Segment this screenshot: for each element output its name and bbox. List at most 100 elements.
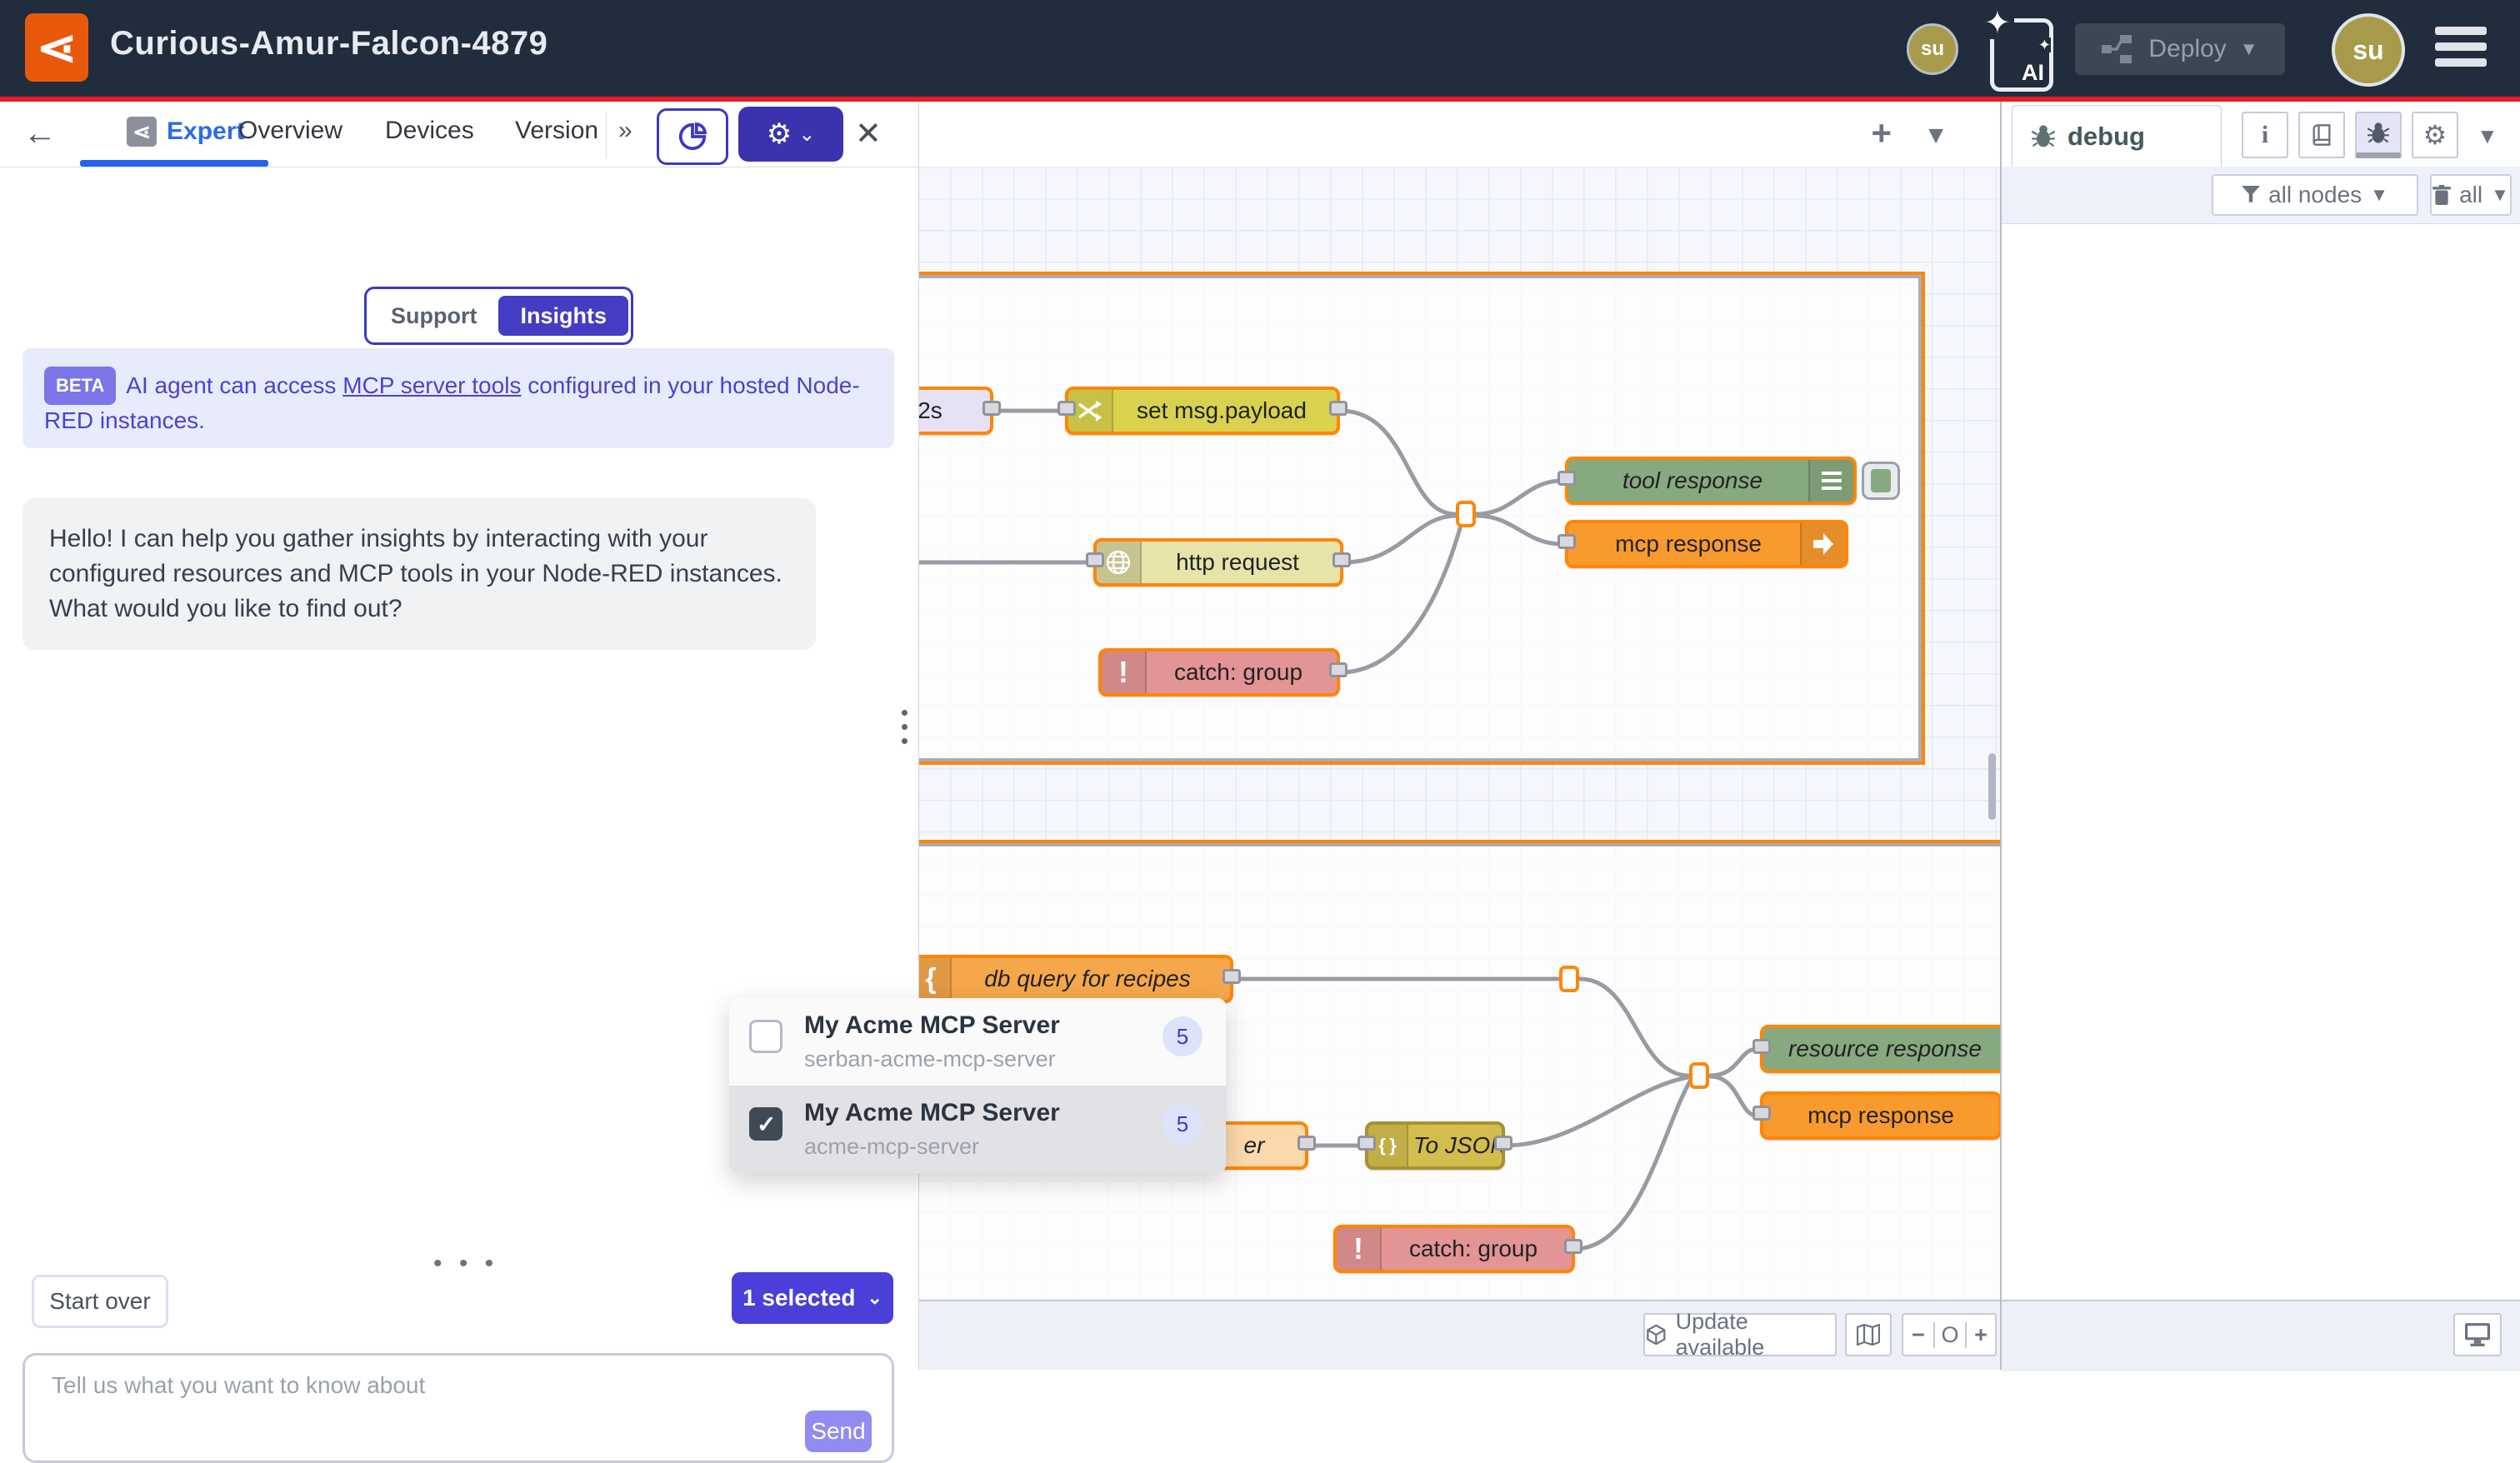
mcp-server-option[interactable]: My Acme MCP Server acme-mcp-server 5 [729, 1086, 1226, 1173]
node-port[interactable] [1358, 1136, 1376, 1151]
add-flow-icon[interactable]: + [1871, 113, 1892, 153]
node-catch-bottom[interactable]: ! catch: group [1333, 1225, 1575, 1273]
avatar-small[interactable]: su [1907, 23, 1958, 75]
node-port[interactable] [1752, 1106, 1771, 1121]
update-available-button[interactable]: Update available [1643, 1313, 1837, 1356]
insights-chart-button[interactable] [657, 108, 728, 165]
wire-junction[interactable] [1456, 501, 1476, 527]
node-port[interactable] [1222, 969, 1241, 984]
deploy-caret-icon[interactable]: ▼ [2240, 38, 2258, 60]
tab-overview[interactable]: Overview [238, 117, 342, 145]
minimap-button[interactable] [1845, 1313, 1892, 1356]
node-port[interactable] [1558, 471, 1576, 486]
close-icon[interactable]: ✕ [855, 115, 882, 152]
node-inject[interactable]: 2s [918, 387, 993, 435]
resize-handle-dots[interactable]: • • • [433, 1250, 498, 1278]
node-port[interactable] [1564, 1239, 1582, 1254]
toggle-support[interactable]: Support [369, 296, 498, 336]
node-debug-resource-response[interactable]: resource response [1760, 1025, 2000, 1073]
tab-debug[interactable]: debug [2012, 105, 2222, 167]
start-over-button[interactable]: Start over [32, 1275, 168, 1328]
assistant-panel: ← ⋖ Expert Overview Devices Version » ⚙⌄… [0, 102, 919, 1370]
book-icon [2310, 123, 2333, 147]
chat-input[interactable] [50, 1371, 720, 1449]
mcp-server-option[interactable]: My Acme MCP Server serban-acme-mcp-serve… [729, 998, 1226, 1086]
zoom-in-button[interactable]: + [1967, 1322, 1995, 1348]
beta-badge: BETA [44, 367, 116, 405]
node-to-json[interactable]: { } To JSON [1365, 1121, 1505, 1170]
panel-resize-handle[interactable] [902, 710, 908, 752]
node-http-request[interactable]: http request [1093, 538, 1343, 587]
settings-tab-button[interactable]: ⚙ [2412, 112, 2458, 158]
clear-log-dropdown[interactable]: all ▼ [2430, 174, 2512, 216]
arrow-out-icon [1800, 523, 1845, 565]
node-debug-tool-response[interactable]: tool response [1565, 457, 1857, 505]
checkbox-unchecked[interactable] [749, 1020, 782, 1053]
exclamation-icon: ! [1337, 1228, 1382, 1270]
sidebar-caret-icon[interactable]: ▼ [2477, 123, 2498, 149]
debug-console-icon [1808, 460, 1853, 502]
debug-tab-button[interactable] [2355, 112, 2402, 158]
servers-selected-dropdown[interactable]: 1 selected ⌄ [732, 1272, 893, 1324]
wire-junction[interactable] [1559, 966, 1579, 992]
canvas-scrollbar[interactable] [1988, 753, 1996, 820]
zoom-reset-button[interactable]: O [1935, 1322, 1967, 1348]
wire-junction[interactable] [1689, 1062, 1709, 1089]
node-port[interactable] [1494, 1136, 1512, 1151]
mcp-server-tools-link[interactable]: MCP server tools [342, 372, 521, 398]
info-tab-button[interactable]: i [2242, 112, 2288, 158]
monitor-icon [2465, 1323, 2490, 1346]
panel-tabbar: ← ⋖ Expert Overview Devices Version » ⚙⌄… [0, 102, 918, 167]
node-port[interactable] [1086, 552, 1104, 567]
send-button[interactable]: Send [805, 1411, 872, 1452]
beta-banner: BETAAI agent can access MCP server tools… [22, 348, 894, 448]
deploy-button[interactable]: Deploy ▼ [2075, 23, 2285, 75]
tab-devices[interactable]: Devices [385, 117, 474, 145]
exclamation-icon: ! [1102, 652, 1147, 693]
sidebar-footer [2002, 1300, 2520, 1371]
settings-dropdown-button[interactable]: ⚙⌄ [738, 107, 843, 162]
node-link-mcp-response-bottom[interactable]: mcp response [1760, 1091, 2000, 1140]
info-icon: i [2262, 121, 2268, 149]
tab-version[interactable]: Version [515, 117, 598, 145]
sparkle-icon: ✦ [1981, 7, 2014, 39]
debug-toggle-button[interactable] [1862, 462, 1900, 500]
deploy-icon [2102, 35, 2135, 63]
user-avatar[interactable]: su [2332, 13, 2405, 87]
node-port[interactable] [982, 401, 1001, 416]
back-arrow-icon[interactable]: ← [23, 115, 57, 152]
tab-overflow-icon[interactable]: » [618, 117, 632, 145]
brace-icon: { [918, 958, 952, 1000]
node-port[interactable] [1329, 662, 1348, 677]
flow-editor-canvas[interactable]: + ▼ 2s [918, 102, 2000, 1370]
ai-assistant-icon[interactable]: ✦ ✦ AI [1990, 18, 2053, 92]
node-port[interactable] [1752, 1039, 1771, 1054]
tab-expert[interactable]: ⋖ Expert [127, 117, 244, 147]
node-port[interactable] [1329, 401, 1348, 416]
sidebar-tabbar: debug i ⚙ ▼ [2002, 102, 2520, 167]
filter-nodes-dropdown[interactable]: all nodes ▼ [2212, 174, 2418, 216]
node-link-mcp-response-top[interactable]: mcp response [1565, 520, 1848, 568]
node-port[interactable] [1298, 1136, 1316, 1151]
sparkle-small-icon: ✦ [2038, 37, 2051, 52]
funnel-icon [2242, 186, 2260, 204]
node-catch-top[interactable]: ! catch: group [1098, 648, 1340, 697]
node-change[interactable]: set msg.payload [1065, 387, 1340, 435]
node-port[interactable] [1058, 401, 1076, 416]
gear-icon: ⚙ [767, 117, 792, 151]
flowfuse-logo-icon[interactable]: ⋖ [25, 13, 88, 82]
canvas-footer: Update available − O + [918, 1300, 2000, 1370]
instance-title: Curious-Amur-Falcon-4879 [110, 25, 548, 62]
bug-icon [2031, 124, 2056, 149]
menu-icon[interactable] [2435, 27, 2487, 74]
fullscreen-monitor-button[interactable] [2453, 1313, 2502, 1356]
help-tab-button[interactable] [2298, 112, 2345, 158]
flow-list-caret-icon[interactable]: ▼ [1923, 122, 1948, 150]
assistant-greeting: Hello! I can help you gather insights by… [22, 498, 816, 650]
node-port[interactable] [1558, 534, 1576, 549]
node-port[interactable] [1332, 552, 1351, 567]
toggle-insights[interactable]: Insights [498, 296, 628, 336]
zoom-out-button[interactable]: − [1903, 1322, 1935, 1348]
checkbox-checked[interactable] [749, 1107, 782, 1141]
node-db-query[interactable]: { db query for recipes [918, 955, 1233, 1003]
